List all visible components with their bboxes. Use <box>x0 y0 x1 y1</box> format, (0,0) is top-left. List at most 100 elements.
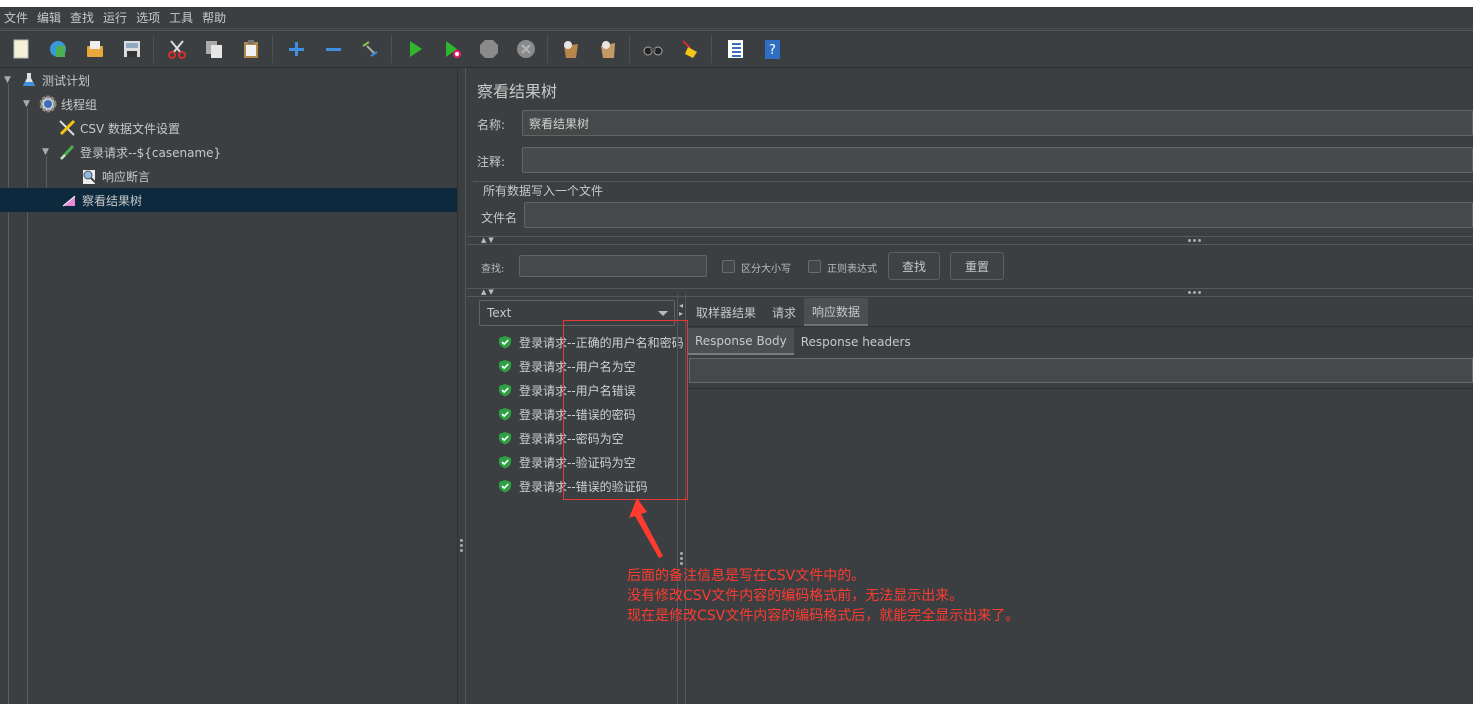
tree-node-test-plan[interactable]: ▼ 测试计划 <box>4 68 90 92</box>
tab-divider <box>687 326 1473 327</box>
name-field[interactable]: 察看结果树 <box>522 110 1473 136</box>
tree-node-label: 线程组 <box>61 97 98 112</box>
menu-tools[interactable]: 工具 <box>169 9 193 26</box>
search-input[interactable] <box>519 255 707 277</box>
result-tabs: 取样器结果 请求 响应数据 <box>688 298 869 326</box>
menu-bar: 文件 编辑 查找 运行 选项 工具 帮助 <box>0 7 1473 29</box>
toolbar-separator <box>153 35 154 63</box>
help-button[interactable]: ? <box>759 36 785 62</box>
comment-field[interactable] <box>522 147 1473 173</box>
sampler-icon <box>58 143 76 161</box>
case-sensitive-label: 区分大小写 <box>741 264 791 275</box>
menu-edit[interactable]: 编辑 <box>37 9 61 26</box>
menu-help[interactable]: 帮助 <box>202 9 226 26</box>
menu-search[interactable]: 查找 <box>70 9 94 26</box>
clear-all-icon <box>601 41 615 58</box>
shutdown-button[interactable] <box>513 36 539 62</box>
cut-icon <box>168 40 186 59</box>
start-no-pauses-button[interactable] <box>439 36 465 62</box>
collapse-icon <box>326 48 341 51</box>
find-button[interactable]: 查找 <box>888 252 940 280</box>
toolbar-separator <box>711 35 712 63</box>
function-helper-button[interactable] <box>722 36 748 62</box>
reset-button[interactable]: 重置 <box>950 252 1004 280</box>
tree-node-csv-config[interactable]: CSV 数据文件设置 <box>58 116 180 140</box>
renderer-select-value: Text <box>487 306 512 320</box>
svg-text:?: ? <box>769 43 776 58</box>
templates-button[interactable] <box>45 36 71 62</box>
splitter-grip-icon <box>460 539 464 552</box>
menu-file[interactable]: 文件 <box>4 9 28 26</box>
split-arrows-icon[interactable]: ◂ ▸ <box>679 302 683 318</box>
success-shield-icon <box>499 456 511 469</box>
menu-run[interactable]: 运行 <box>103 9 127 26</box>
save-button[interactable] <box>119 36 145 62</box>
main-splitter[interactable] <box>458 68 466 704</box>
expand-icon <box>289 42 304 56</box>
tree-node-thread-group[interactable]: ▼ 线程组 <box>23 92 97 116</box>
reset-search-button[interactable] <box>677 36 703 62</box>
tree-node-label: 响应断言 <box>102 169 151 184</box>
toolbar: ? <box>0 30 1473 68</box>
open-button[interactable] <box>82 36 108 62</box>
paste-button[interactable] <box>238 36 264 62</box>
group-border <box>473 181 1473 182</box>
tree-node-label: 登录请求--${casename} <box>80 145 222 160</box>
panel-title: 察看结果树 <box>477 82 558 101</box>
expand-all-button[interactable] <box>283 36 309 62</box>
response-body-field[interactable] <box>689 358 1473 383</box>
tree-node-response-assertion[interactable]: 响应断言 <box>80 164 150 188</box>
cut-button[interactable] <box>164 36 190 62</box>
split-divider[interactable]: ▲▼ <box>467 236 1473 245</box>
search-button[interactable] <box>640 36 666 62</box>
copy-button[interactable] <box>201 36 227 62</box>
tree-node-view-results-tree[interactable]: 察看结果树 <box>60 188 142 212</box>
tab-response-data[interactable]: 响应数据 <box>804 298 869 326</box>
stop-button[interactable] <box>476 36 502 62</box>
expand-arrow-icon[interactable]: ▼ <box>23 99 33 109</box>
success-shield-icon <box>499 384 511 397</box>
paste-icon <box>244 40 258 58</box>
annotation-line: 没有修改CSV文件内容的编码格式前，无法显示出来。 <box>627 588 964 604</box>
splitter-grip-icon <box>680 552 684 565</box>
tab-response-headers[interactable]: Response headers <box>794 328 918 355</box>
tab-response-body[interactable]: Response Body <box>688 328 794 355</box>
top-clipped-strip <box>0 0 1473 7</box>
toolbar-separator <box>391 35 392 63</box>
success-shield-icon <box>499 408 511 421</box>
menu-options[interactable]: 选项 <box>136 9 160 26</box>
tab-request[interactable]: 请求 <box>764 298 804 326</box>
expand-arrow-icon[interactable]: ▼ <box>4 75 14 85</box>
start-icon <box>410 41 422 57</box>
tree-node-login-request[interactable]: ▼ 登录请求--${casename} <box>42 140 221 164</box>
tree-node-label: CSV 数据文件设置 <box>80 121 181 136</box>
splitter-grip-icon <box>1188 291 1201 294</box>
toolbar-separator <box>272 35 273 63</box>
annotation-line: 后面的备注信息是写在CSV文件中的。 <box>627 568 866 584</box>
write-to-file-group-title: 所有数据写入一个文件 <box>483 182 608 199</box>
save-icon <box>124 41 140 57</box>
splitter-grip-icon <box>1188 239 1201 242</box>
filename-field[interactable] <box>524 202 1473 228</box>
templates-icon <box>50 41 66 57</box>
case-sensitive-checkbox[interactable] <box>722 260 735 273</box>
regex-checkbox[interactable] <box>808 260 821 273</box>
collapse-all-button[interactable] <box>320 36 346 62</box>
split-arrows-icon[interactable]: ▲▼ <box>481 236 496 244</box>
toggle-button[interactable] <box>357 36 383 62</box>
clear-all-button[interactable] <box>595 36 621 62</box>
copy-icon <box>206 41 222 58</box>
tab-sampler-result[interactable]: 取样器结果 <box>688 298 764 326</box>
response-divider <box>687 388 1473 389</box>
expand-arrow-icon[interactable]: ▼ <box>42 147 52 157</box>
shutdown-icon <box>517 40 535 58</box>
clear-button[interactable] <box>558 36 584 62</box>
toolbar-separator <box>629 35 630 63</box>
open-icon <box>87 41 103 57</box>
reset-broom-icon <box>682 40 697 58</box>
split-arrows-icon[interactable]: ▲▼ <box>481 288 496 296</box>
start-button[interactable] <box>402 36 428 62</box>
test-plan-icon <box>20 71 38 89</box>
split-divider[interactable]: ▲▼ <box>467 288 1473 297</box>
new-button[interactable] <box>8 36 34 62</box>
